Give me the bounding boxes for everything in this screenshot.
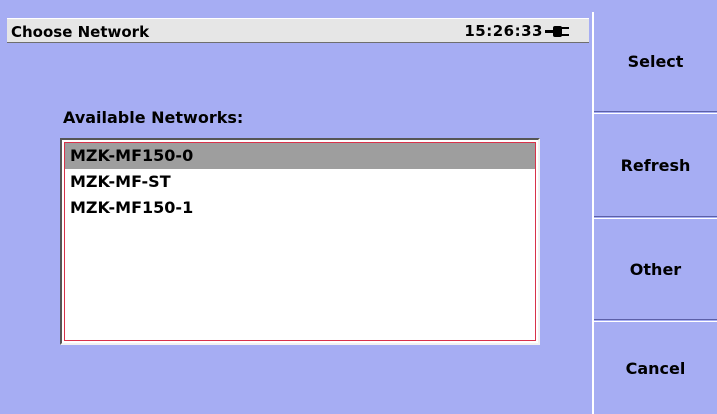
other-button[interactable]: Other: [594, 219, 717, 320]
refresh-button[interactable]: Refresh: [594, 114, 717, 217]
network-item-mzk-mf-st[interactable]: MZK-MF-ST: [65, 169, 535, 195]
softkey-panel: Select Refresh Other Cancel: [592, 12, 717, 414]
screen-title: Choose Network: [11, 23, 150, 41]
networks-list-frame: MZK-MF150-0 MZK-MF-ST MZK-MF150-1: [60, 138, 540, 345]
clock: 15:26:33: [464, 22, 543, 40]
choose-network-screen: Choose Network 15:26:33 Available Networ…: [0, 0, 717, 414]
network-item-mzk-mf150-1[interactable]: MZK-MF150-1: [65, 195, 535, 221]
title-bar: Choose Network 15:26:33: [7, 18, 589, 43]
networks-list[interactable]: MZK-MF150-0 MZK-MF-ST MZK-MF150-1: [64, 142, 536, 341]
select-button[interactable]: Select: [594, 12, 717, 112]
network-item-mzk-mf150-0[interactable]: MZK-MF150-0: [65, 143, 535, 169]
ac-power-plug-icon: [545, 26, 569, 37]
available-networks-label: Available Networks:: [63, 108, 244, 127]
cancel-button[interactable]: Cancel: [594, 322, 717, 414]
